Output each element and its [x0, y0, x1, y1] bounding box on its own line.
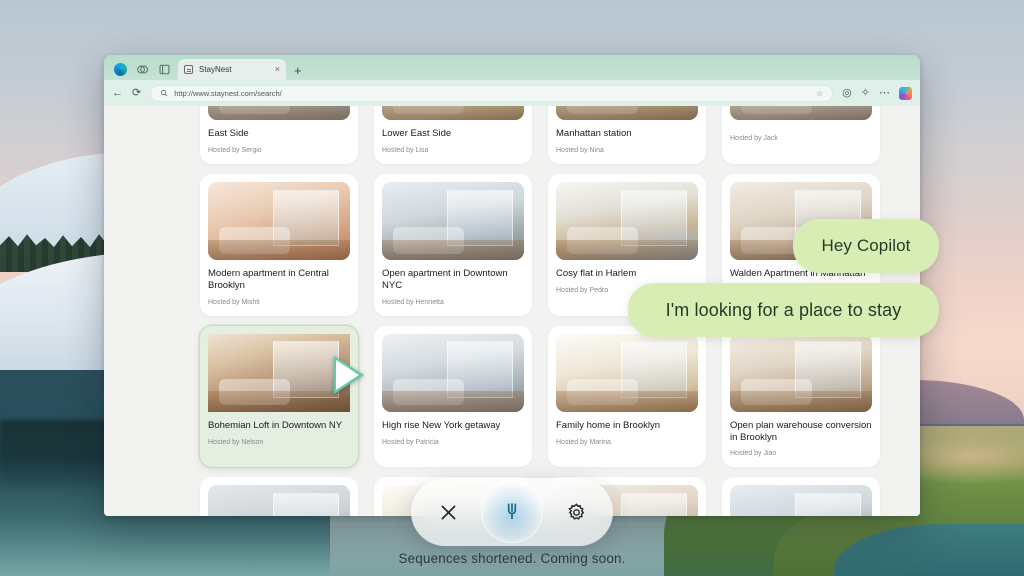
tab-actions-icon[interactable] [158, 63, 171, 76]
chat-bubble-user-1: Hey Copilot [793, 219, 939, 273]
listing-title: Open plan warehouse conversion in Brookl… [730, 419, 872, 443]
window-icon-row [110, 63, 178, 80]
listing-card[interactable]: Manhattan station Hosted by Nina [548, 106, 706, 164]
listing-thumbnail [382, 181, 524, 260]
listing-host: Hosted by Sergio [208, 146, 262, 154]
listing-thumbnail [556, 106, 698, 120]
listing-card[interactable]: Bohemian Loft in Downtown NY Hosted by Ne… [200, 325, 364, 468]
listing-host: Hosted by Mishti [208, 298, 260, 306]
photo-floor-detail [208, 391, 350, 412]
listing-host: Hosted by Marina [556, 438, 611, 446]
listing-card[interactable] [722, 477, 880, 516]
browser-toolbar: ← ⟳ http://www.staynest.com/search/ ☆ ◎ … [104, 80, 920, 106]
collections-icon[interactable]: ◎ [842, 87, 852, 99]
photo-floor-detail [382, 239, 524, 260]
listing-title: Bohemian Loft in Downtown NY [208, 419, 343, 431]
photo-floor-detail [556, 239, 698, 260]
toolbar-right-actions: ◎ ✧ ⋯ [842, 86, 912, 100]
listing-thumbnail [730, 106, 872, 120]
workspaces-icon[interactable] [136, 63, 149, 76]
voice-control-bar [411, 478, 613, 546]
listing-card[interactable]: Lower East Side Hosted by Lisa [374, 106, 532, 164]
new-tab-button[interactable]: + [294, 64, 302, 77]
photo-floor-detail [382, 391, 524, 412]
photo-floor-detail [730, 106, 872, 120]
listing-title: East Side [208, 128, 249, 139]
reload-button[interactable]: ⟳ [132, 87, 141, 99]
photo-floor-detail [382, 106, 524, 120]
microphone-icon [507, 503, 517, 520]
tab-title: StayNest [199, 65, 232, 74]
listing-title: Lower East Side [382, 128, 452, 139]
photo-floor-detail [556, 106, 698, 120]
listing-card[interactable]: Open plan warehouse conversion in Brookl… [722, 325, 880, 468]
photo-floor-detail [730, 391, 872, 412]
listing-thumbnail [382, 333, 524, 412]
photo-floor-detail [556, 391, 698, 412]
listing-thumbnail [556, 333, 698, 412]
listing-thumbnail [730, 333, 872, 412]
photo-window-detail [273, 493, 339, 516]
search-icon [161, 89, 168, 97]
listing-card[interactable]: Family home in Brooklyn Hosted by Marina [548, 325, 706, 468]
listing-host: Hosted by Nelson [208, 438, 264, 446]
more-options-icon[interactable]: ⋯ [879, 87, 890, 99]
listing-thumbnail [208, 485, 350, 516]
listing-title: Open apartment in Downtown NYC [382, 267, 508, 291]
listing-host: Hosted by Nina [556, 146, 604, 154]
listing-thumbnail [382, 106, 524, 120]
listing-host: Hosted by Henrietta [382, 298, 444, 306]
listing-thumbnail [730, 485, 872, 516]
listing-title: Family home in Brooklyn [556, 419, 661, 431]
address-bar[interactable]: http://www.staynest.com/search/ ☆ [150, 84, 834, 102]
chat-bubble-user-2: I'm looking for a place to stay [628, 283, 939, 337]
copilot-icon[interactable] [899, 86, 912, 100]
listing-host: Hosted by Lisa [382, 146, 429, 154]
settings-button[interactable] [561, 497, 591, 527]
tab-favicon-icon [184, 65, 193, 74]
photo-floor-detail [208, 239, 350, 260]
browser-tab-staynest[interactable]: StayNest × [178, 59, 286, 80]
split-screen-icon[interactable]: ✧ [861, 87, 870, 99]
listing-title: High rise New York getaway [382, 419, 501, 431]
tab-strip: StayNest × + [104, 55, 920, 80]
listing-card[interactable]: East Side Hosted by Sergio [200, 106, 358, 164]
listing-host: Hosted by Jiao [730, 450, 777, 458]
photo-floor-detail [208, 106, 350, 120]
listing-thumbnail [208, 333, 364, 412]
listing-thumbnail [556, 181, 698, 260]
listing-card[interactable]: Open apartment in Downtown NYC Hosted by … [374, 173, 532, 316]
listing-thumbnail [208, 181, 350, 260]
listing-card[interactable]: Modern apartment in Central Brooklyn Host… [200, 173, 358, 316]
close-voice-button[interactable] [433, 497, 463, 527]
listing-card[interactable]: Hosted by Jack [722, 106, 880, 164]
close-icon [441, 505, 455, 519]
favorite-icon[interactable]: ☆ [816, 89, 823, 98]
listing-card[interactable]: High rise New York getaway Hosted by Patr… [374, 325, 532, 468]
mouse-cursor-icon [334, 355, 364, 394]
photo-window-detail [795, 493, 861, 516]
listing-title: Cosy flat in Harlem [556, 267, 637, 279]
back-button[interactable]: ← [112, 87, 123, 99]
listing-thumbnail [208, 106, 350, 120]
desktop-wallpaper: StayNest × + ← ⟳ http://www.staynest.com… [0, 0, 1024, 576]
caption-text: Sequences shortened. Coming soon. [398, 551, 626, 566]
tab-close-icon[interactable]: × [275, 65, 280, 74]
listing-title: Manhattan station [556, 128, 632, 139]
listing-host: Hosted by Jack [730, 135, 778, 142]
microphone-button[interactable] [481, 481, 543, 543]
settings-gear-icon [567, 502, 584, 520]
photo-window-detail [621, 493, 687, 516]
address-bar-url: http://www.staynest.com/search/ [174, 88, 282, 98]
listing-title: Modern apartment in Central Brooklyn [208, 267, 329, 291]
edge-logo-icon [114, 63, 127, 76]
listing-card[interactable] [200, 477, 358, 516]
listing-host: Hosted by Patricia [382, 438, 439, 446]
